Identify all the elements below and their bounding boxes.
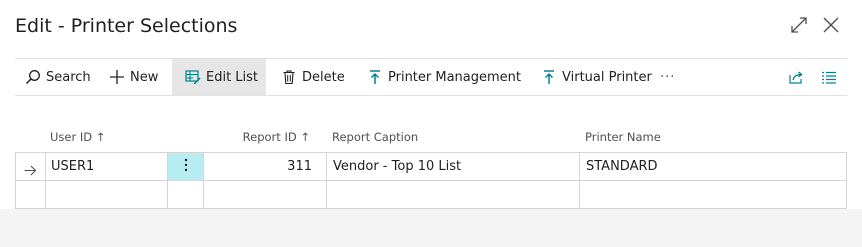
- action-bar: Search New Edit List Delete Printer Mana…: [15, 58, 847, 96]
- title-bar: Edit - Printer Selections: [0, 0, 862, 52]
- cell-report-id[interactable]: 311: [205, 153, 312, 180]
- edit-list-label: Edit List: [206, 69, 259, 85]
- vertical-ellipsis-icon: [184, 157, 188, 176]
- grid-body: USER1 311 Vendor - Top 10 List STANDARD: [15, 152, 847, 209]
- column-header-report-caption[interactable]: Report Caption: [332, 124, 418, 150]
- plus-icon: [109, 69, 125, 85]
- delete-label: Delete: [302, 69, 345, 85]
- more-options-button[interactable]: ···: [660, 59, 675, 95]
- search-button[interactable]: Search: [25, 59, 91, 95]
- pin-up-icon: [541, 69, 557, 85]
- share-button[interactable]: [788, 59, 809, 95]
- page-footer-area: [0, 209, 862, 247]
- new-button[interactable]: New: [109, 59, 158, 95]
- new-label: New: [130, 69, 159, 85]
- close-icon[interactable]: [820, 14, 842, 36]
- list-icon: [821, 69, 837, 85]
- delete-button[interactable]: Delete: [281, 59, 345, 95]
- printer-management-button[interactable]: Printer Management: [367, 59, 521, 95]
- page-title: Edit - Printer Selections: [15, 15, 238, 37]
- edit-list-button[interactable]: Edit List: [172, 59, 266, 95]
- cell-report-caption[interactable]: Vendor - Top 10 List: [333, 153, 461, 180]
- virtual-printer-button[interactable]: Virtual Printer: [541, 59, 652, 95]
- expand-icon[interactable]: [788, 14, 810, 36]
- column-header-printer-name[interactable]: Printer Name: [585, 124, 661, 150]
- column-header-user-id[interactable]: User ID ↑: [50, 124, 105, 150]
- table-row[interactable]: USER1 311 Vendor - Top 10 List STANDARD: [16, 153, 846, 181]
- cell-user-id[interactable]: USER1: [51, 153, 94, 180]
- arrow-right-icon: [24, 161, 37, 180]
- row-actions-button[interactable]: [168, 153, 203, 180]
- search-label: Search: [46, 69, 91, 85]
- printer-management-label: Printer Management: [388, 69, 522, 85]
- share-icon: [788, 69, 804, 85]
- virtual-printer-label: Virtual Printer: [562, 69, 652, 85]
- search-icon: [25, 69, 41, 85]
- table-row-empty[interactable]: [16, 181, 846, 209]
- list-view-button[interactable]: [821, 59, 842, 95]
- trash-icon: [281, 69, 297, 85]
- pin-up-icon: [367, 69, 383, 85]
- cell-printer-name[interactable]: STANDARD: [586, 153, 658, 180]
- edit-list-icon: [185, 69, 201, 85]
- column-header-report-id[interactable]: Report ID ↑: [204, 124, 310, 150]
